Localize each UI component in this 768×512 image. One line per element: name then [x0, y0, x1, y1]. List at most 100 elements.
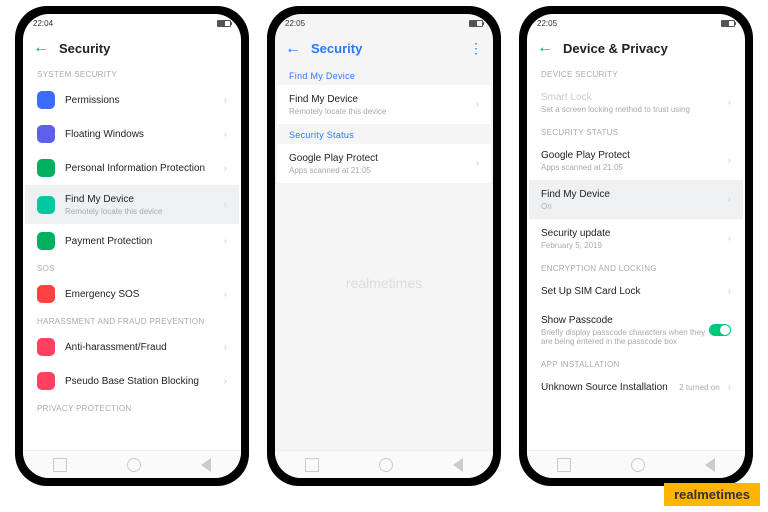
row-google-play-protect[interactable]: Google Play ProtectApps scanned at 21:05…	[277, 144, 491, 183]
section-header: SYSTEM SECURITY	[25, 64, 239, 83]
row-title: Google Play Protect	[541, 149, 724, 162]
header: ← Security ⋮	[275, 32, 493, 65]
row-subtitle: Apps scanned at 21:05	[289, 166, 472, 175]
status-time: 22:04	[33, 19, 53, 28]
section-header: PRIVACY PROTECTION	[25, 398, 239, 417]
phone-2: 22:05 ← Security ⋮ Find My DeviceFind My…	[267, 6, 501, 486]
row-subtitle: February 5, 2019	[541, 241, 724, 250]
chevron-right-icon: ›	[728, 155, 731, 166]
section-header: SECURITY STATUS	[529, 122, 743, 141]
row-smart-lock[interactable]: Smart LockSet a screen locking method to…	[529, 83, 743, 122]
status-bar: 22:05	[275, 14, 493, 32]
back-icon[interactable]: ←	[537, 40, 553, 56]
row-show-passcode[interactable]: Show PasscodeBriefly display passcode ch…	[529, 306, 743, 354]
toggle[interactable]	[709, 324, 731, 336]
row-subtitle: Apps scanned at 21:05	[541, 163, 724, 172]
row-unknown-source[interactable]: Unknown Source Installation2 turned on ›	[529, 373, 743, 402]
row-title: Find My Device	[289, 93, 472, 106]
row-title: Anti-harassment/Fraud	[65, 341, 220, 354]
battery-icon	[469, 20, 483, 27]
row-find-my-device[interactable]: Find My DeviceOn›	[529, 180, 743, 219]
chevron-right-icon: ›	[224, 342, 227, 353]
phone-1: 22:04 ← Security SYSTEM SECURITYPermissi…	[15, 6, 249, 486]
nav-bar	[275, 450, 493, 478]
row-find-my-device[interactable]: Find My DeviceRemotely locate this devic…	[25, 185, 239, 224]
row-title: Pseudo Base Station Blocking	[65, 375, 220, 388]
row-subtitle: Remotely locate this device	[289, 107, 472, 116]
section-header: DEVICE SECURITY	[529, 64, 743, 83]
back-icon[interactable]: ←	[285, 41, 301, 57]
chevron-right-icon: ›	[476, 158, 479, 169]
section-header: ENCRYPTION AND LOCKING	[529, 258, 743, 277]
permissions-icon	[37, 91, 55, 109]
page-title: Security	[59, 41, 110, 56]
nav-back[interactable]	[453, 458, 463, 472]
nav-back[interactable]	[705, 458, 715, 472]
emergency-sos-icon	[37, 285, 55, 303]
chevron-right-icon: ›	[728, 233, 731, 244]
content[interactable]: Find My DeviceFind My DeviceRemotely loc…	[275, 65, 493, 450]
nav-back[interactable]	[201, 458, 211, 472]
nav-home[interactable]	[127, 458, 141, 472]
brand-badge: realmetimes	[664, 483, 760, 506]
row-title: Floating Windows	[65, 128, 220, 141]
section-header: SOS	[25, 258, 239, 277]
nav-recents[interactable]	[305, 458, 319, 472]
nav-recents[interactable]	[557, 458, 571, 472]
row-title: Payment Protection	[65, 235, 220, 248]
row-emergency-sos[interactable]: Emergency SOS ›	[25, 277, 239, 311]
row-google-play-protect[interactable]: Google Play ProtectApps scanned at 21:05…	[529, 141, 743, 180]
row-security-update[interactable]: Security updateFebruary 5, 2019›	[529, 219, 743, 258]
chevron-right-icon: ›	[224, 289, 227, 300]
row-title: Personal Information Protection	[65, 162, 220, 175]
row-subtitle: Remotely locate this device	[65, 207, 220, 216]
row-permissions[interactable]: Permissions ›	[25, 83, 239, 117]
row-title: Unknown Source Installation	[541, 381, 679, 394]
nav-home[interactable]	[631, 458, 645, 472]
row-value: 2 turned on	[679, 383, 719, 392]
personal-info-icon	[37, 159, 55, 177]
status-bar: 22:05	[527, 14, 745, 32]
chevron-right-icon: ›	[224, 95, 227, 106]
status-bar: 22:04	[23, 14, 241, 32]
row-title: Emergency SOS	[65, 288, 220, 301]
page-title: Device & Privacy	[563, 41, 668, 56]
row-title: Permissions	[65, 94, 220, 107]
back-icon[interactable]: ←	[33, 40, 49, 56]
row-title: Google Play Protect	[289, 152, 472, 165]
content[interactable]: DEVICE SECURITYSmart LockSet a screen lo…	[527, 64, 745, 450]
payment-protection-icon	[37, 232, 55, 250]
chevron-right-icon: ›	[224, 163, 227, 174]
row-payment-protection[interactable]: Payment Protection ›	[25, 224, 239, 258]
status-time: 22:05	[285, 19, 305, 28]
chevron-right-icon: ›	[728, 194, 731, 205]
row-personal-info[interactable]: Personal Information Protection ›	[25, 151, 239, 185]
section-header: Security Status	[277, 124, 491, 144]
more-icon[interactable]: ⋮	[469, 40, 483, 57]
nav-recents[interactable]	[53, 458, 67, 472]
content[interactable]: SYSTEM SECURITYPermissions›Floating Wind…	[23, 64, 241, 450]
nav-home[interactable]	[379, 458, 393, 472]
phone-3: 22:05 ← Device & Privacy DEVICE SECURITY…	[519, 6, 753, 486]
row-title: Show Passcode	[541, 314, 709, 327]
chevron-right-icon: ›	[728, 382, 731, 393]
row-title: Find My Device	[65, 193, 220, 206]
chevron-right-icon: ›	[476, 99, 479, 110]
row-anti-harassment[interactable]: Anti-harassment/Fraud ›	[25, 330, 239, 364]
chevron-right-icon: ›	[224, 236, 227, 247]
header: ← Security	[23, 32, 241, 64]
row-floating-windows[interactable]: Floating Windows ›	[25, 117, 239, 151]
chevron-right-icon: ›	[728, 97, 731, 108]
chevron-right-icon: ›	[224, 129, 227, 140]
floating-windows-icon	[37, 125, 55, 143]
row-find-my-device[interactable]: Find My DeviceRemotely locate this devic…	[277, 85, 491, 124]
page-title: Security	[311, 41, 362, 56]
row-sim-lock[interactable]: Set Up SIM Card Lock›	[529, 277, 743, 306]
battery-icon	[721, 20, 735, 27]
row-title: Find My Device	[541, 188, 724, 201]
nav-bar	[527, 450, 745, 478]
row-title: Smart Lock	[541, 91, 724, 104]
row-pseudo-base[interactable]: Pseudo Base Station Blocking›	[25, 364, 239, 398]
nav-bar	[23, 450, 241, 478]
row-subtitle: Set a screen locking method to trust usi…	[541, 105, 724, 114]
